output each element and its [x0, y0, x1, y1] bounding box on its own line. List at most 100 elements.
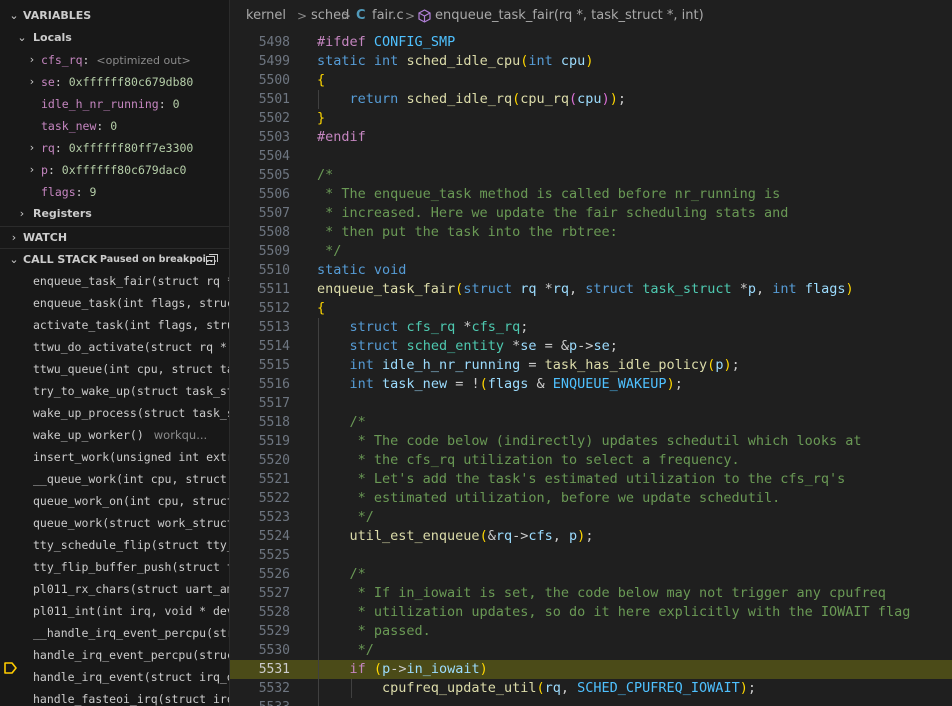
code-line[interactable]: 5521 * Let's add the task's estimated ut…: [230, 470, 952, 489]
code-line[interactable]: 5530 */: [230, 641, 952, 660]
code-line[interactable]: 5498 #ifdef CONFIG_SMP: [230, 33, 952, 52]
code-line[interactable]: 5507 * increased. Here we update the fai…: [230, 204, 952, 223]
code-line[interactable]: 5503 #endif: [230, 128, 952, 147]
code-text: /*: [317, 566, 366, 582]
variable-row[interactable]: flags: 9: [0, 181, 229, 203]
code-line[interactable]: 5532 cpufreq_update_util(rq, SCHED_CPUFR…: [230, 679, 952, 698]
collapse-all-icon[interactable]: [206, 254, 218, 265]
code-line[interactable]: 5504: [230, 147, 952, 166]
stack-frame[interactable]: ttwu_do_activate(struct rq * r: [0, 336, 229, 358]
variable-row[interactable]: › rq: 0xffffff80ff7e3300: [0, 137, 229, 159]
variable-row[interactable]: task_new: 0: [0, 115, 229, 137]
breadcrumb-item-file[interactable]: fair.c: [372, 8, 404, 23]
code-line[interactable]: 5505 /*: [230, 166, 952, 185]
variables-section-header[interactable]: ⌄ VARIABLES: [0, 5, 229, 27]
stack-frame[interactable]: tty_schedule_flip(struct tty_p: [0, 534, 229, 556]
stack-frame[interactable]: pl011_rx_chars(struct uart_amb: [0, 578, 229, 600]
code-text: * the cfs_rq utilization to select a fre…: [317, 452, 740, 468]
code-line[interactable]: 5512 {: [230, 299, 952, 318]
indent-guide: [351, 679, 352, 698]
code-line[interactable]: 5506 * The enqueue_task method is called…: [230, 185, 952, 204]
line-number: 5500: [258, 73, 290, 88]
breadcrumb-item-symbol[interactable]: enqueue_task_fair(rq *, task_struct *, i…: [435, 8, 704, 23]
code-line[interactable]: 5524 util_est_enqueue(&rq->cfs, p);: [230, 527, 952, 546]
line-number: 5504: [258, 149, 290, 164]
line-number: 5519: [258, 434, 290, 449]
code-line[interactable]: 5525: [230, 546, 952, 565]
breadcrumb-item-folder[interactable]: kernel: [246, 8, 286, 23]
code-line[interactable]: 5522 * estimated utilization, before we …: [230, 489, 952, 508]
line-number: 5521: [258, 472, 290, 487]
code-line[interactable]: 5533: [230, 698, 952, 706]
chevron-right-icon: ›: [29, 75, 35, 88]
watch-section-header[interactable]: › WATCH: [0, 227, 229, 249]
variable-row[interactable]: › se: 0xffffff80c679db80: [0, 71, 229, 93]
code-line[interactable]: 5509 */: [230, 242, 952, 261]
variable-separator: :: [47, 163, 62, 177]
locals-scope[interactable]: ⌄ Locals: [0, 27, 229, 49]
stack-frame[interactable]: enqueue_task(int flags, struct: [0, 292, 229, 314]
line-number: 5531: [258, 662, 290, 677]
code-line[interactable]: 5523 */: [230, 508, 952, 527]
stack-frame[interactable]: queue_work(struct work_struct: [0, 512, 229, 534]
code-line[interactable]: 5518 /*: [230, 413, 952, 432]
code-text: if (p->in_iowait): [349, 661, 488, 677]
callstack-section-header[interactable]: ⌄ CALL STACK Paused on breakpoi...: [0, 249, 229, 271]
stack-frame-name: __queue_work(int cpu, struct w: [33, 472, 229, 486]
code-line[interactable]: 5516 int task_new = !(flags & ENQUEUE_WA…: [230, 375, 952, 394]
stack-frame[interactable]: enqueue_task_fair(struct rq *: [0, 270, 229, 292]
line-number: 5523: [258, 510, 290, 525]
stack-frame-name: ttwu_queue(int cpu, struct tas: [33, 362, 229, 376]
code-line[interactable]: 5510 static void: [230, 261, 952, 280]
stack-frame[interactable]: __handle_irq_event_percpu(stru: [0, 622, 229, 644]
code-text: */: [317, 509, 374, 525]
stack-frame[interactable]: insert_work(unsigned int extra: [0, 446, 229, 468]
line-number: 5529: [258, 624, 290, 639]
code-line[interactable]: 5517: [230, 394, 952, 413]
registers-scope[interactable]: › Registers: [0, 203, 229, 225]
debug-stackframe-icon[interactable]: [4, 662, 17, 674]
stack-frame[interactable]: tty_flip_buffer_push(struct tt: [0, 556, 229, 578]
code-line[interactable]: 5529 * passed.: [230, 622, 952, 641]
symbol-method-icon: [418, 9, 431, 23]
code-line[interactable]: 5514 struct sched_entity *se = &p->se;: [230, 337, 952, 356]
code-line[interactable]: 5520 * the cfs_rq utilization to select …: [230, 451, 952, 470]
variable-value: 0xffffff80c679db80: [68, 75, 194, 89]
line-number: 5507: [258, 206, 290, 221]
code-line[interactable]: 5515 int idle_h_nr_running = task_has_id…: [230, 356, 952, 375]
code-line[interactable]: 5499 static int sched_idle_cpu(int cpu): [230, 52, 952, 71]
stack-frame[interactable]: queue_work_on(int cpu, struct w: [0, 490, 229, 512]
code-line[interactable]: 5511 enqueue_task_fair(struct rq *rq, str…: [230, 280, 952, 299]
stack-frame[interactable]: pl011_int(int irq, void * dev_: [0, 600, 229, 622]
code-line[interactable]: 5500 {: [230, 71, 952, 90]
code-line[interactable]: 5527 * If in_iowait is set, the code bel…: [230, 584, 952, 603]
stack-frame[interactable]: __queue_work(int cpu, struct w: [0, 468, 229, 490]
stack-frame[interactable]: handle_fasteoi_irq(struct irq_: [0, 688, 229, 706]
code-line[interactable]: 5531 if (p->in_iowait): [230, 660, 952, 679]
variable-row[interactable]: › cfs_rq: <optimized out>: [0, 49, 229, 71]
stack-frame-name: enqueue_task_fair(struct rq *: [33, 274, 229, 288]
stack-frame[interactable]: activate_task(int flags, struc: [0, 314, 229, 336]
variable-separator: :: [54, 75, 69, 89]
code-line[interactable]: 5519 * The code below (indirectly) updat…: [230, 432, 952, 451]
stack-frame[interactable]: wake_up_worker() workqu...: [0, 424, 229, 446]
code-line[interactable]: 5508 * then put the task into the rbtree…: [230, 223, 952, 242]
line-number: 5509: [258, 244, 290, 259]
code-line[interactable]: 5501 return sched_idle_rq(cpu_rq(cpu));: [230, 90, 952, 109]
code-line[interactable]: 5528 * utilization updates, so do it her…: [230, 603, 952, 622]
stack-frame[interactable]: try_to_wake_up(struct task_str: [0, 380, 229, 402]
stack-frame[interactable]: wake_up_process(struct task_st: [0, 402, 229, 424]
indent-guide: [318, 90, 319, 109]
line-number: 5518: [258, 415, 290, 430]
stack-frame[interactable]: handle_irq_event_percpu(struct: [0, 644, 229, 666]
stack-frame[interactable]: ttwu_queue(int cpu, struct tas: [0, 358, 229, 380]
code-line[interactable]: 5513 struct cfs_rq *cfs_rq;: [230, 318, 952, 337]
stack-frame[interactable]: handle_irq_event(struct irq_de: [0, 666, 229, 688]
code-line[interactable]: 5502}: [230, 109, 952, 128]
chevron-right-icon: ›: [29, 141, 35, 154]
code-line[interactable]: 5526 /*: [230, 565, 952, 584]
variable-row[interactable]: idle_h_nr_running: 0: [0, 93, 229, 115]
stack-frame-name: handle_irq_event_percpu(struct: [33, 648, 229, 662]
variable-row[interactable]: › p: 0xffffff80c679dac0: [0, 159, 229, 181]
code-text: * The enqueue_task method is called befo…: [317, 186, 781, 202]
